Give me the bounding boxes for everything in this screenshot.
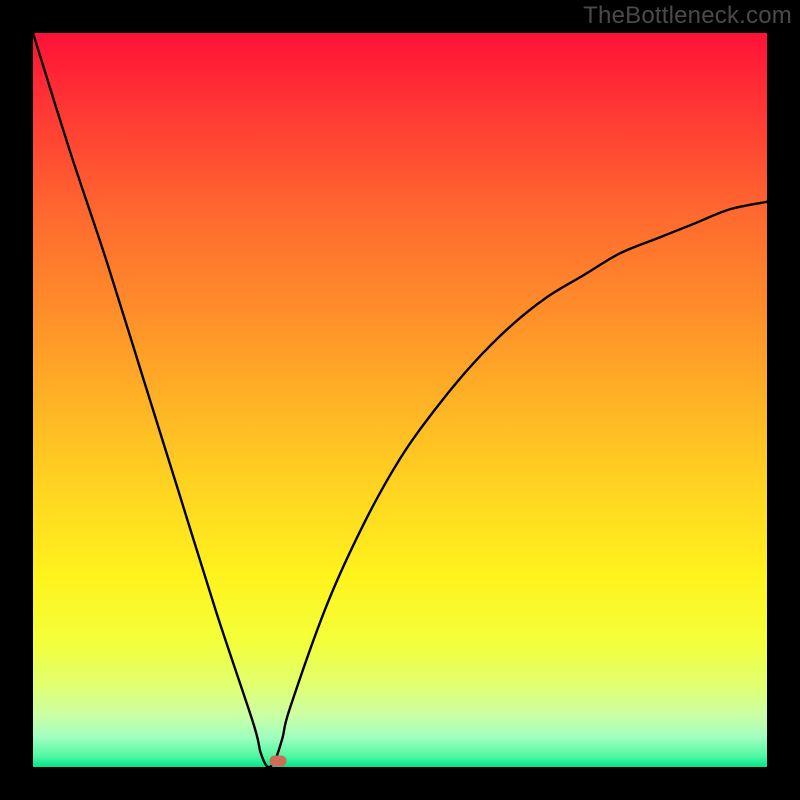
chart-svg [33,33,767,767]
chart-frame: TheBottleneck.com [0,0,800,800]
gradient-rect [33,33,767,767]
attribution-label: TheBottleneck.com [583,2,792,30]
optimum-marker [270,756,287,767]
plot-area [33,33,767,767]
